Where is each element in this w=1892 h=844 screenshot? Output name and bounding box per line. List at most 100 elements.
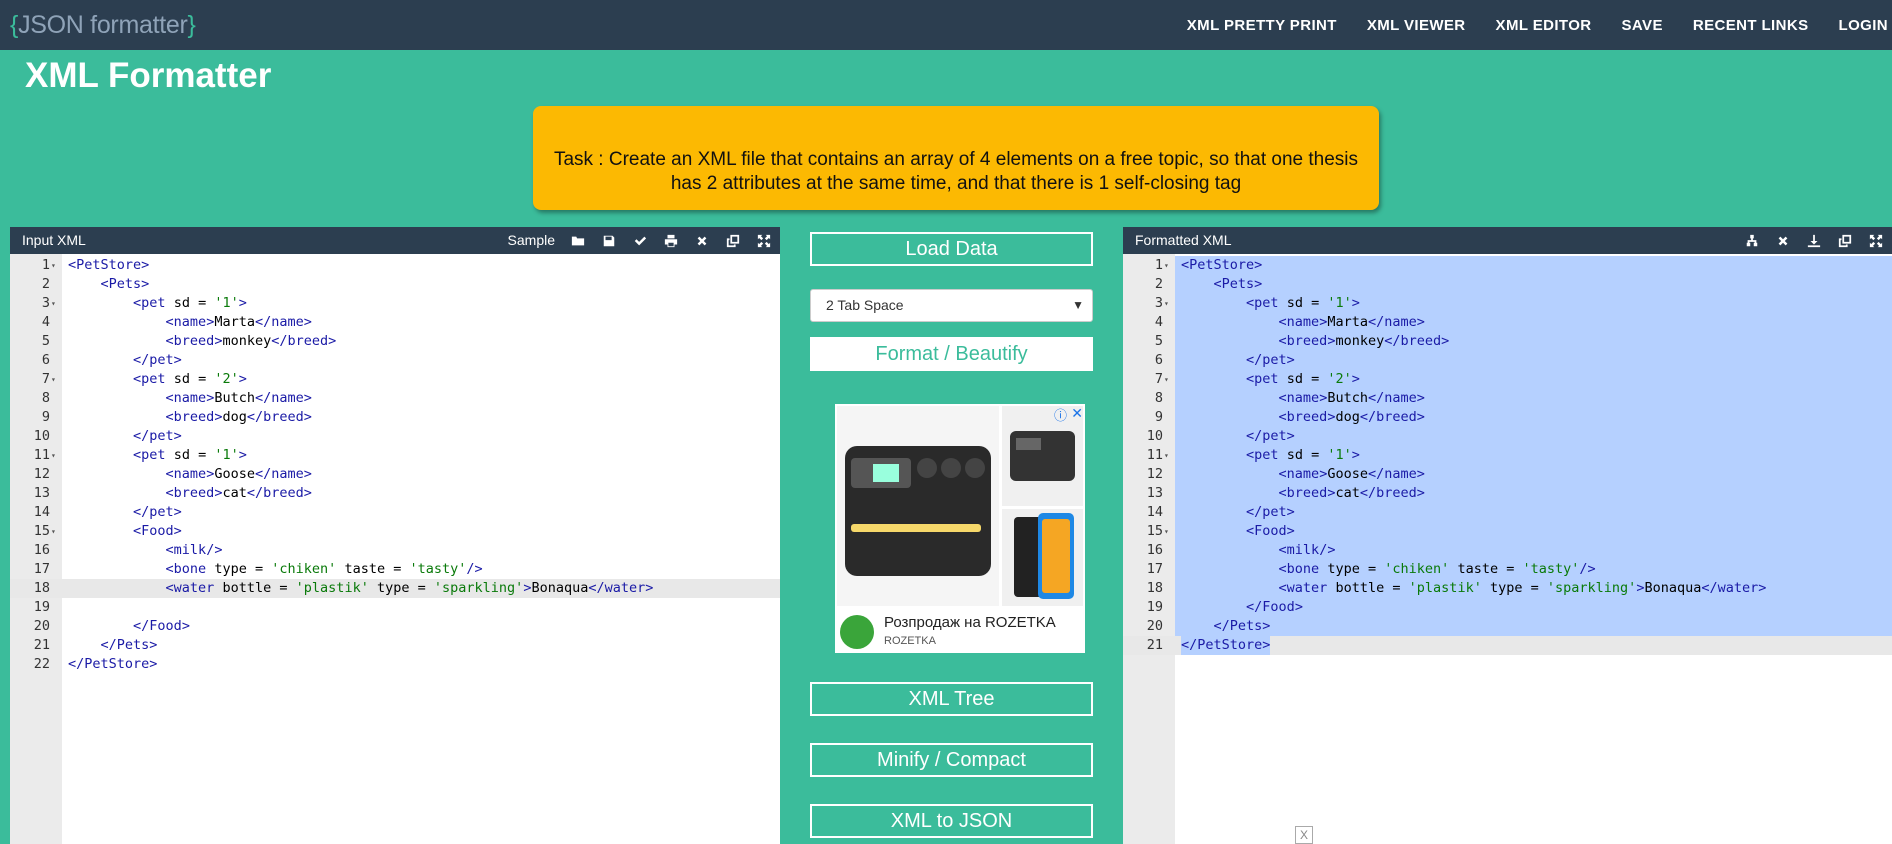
line-number: 16 (1146, 542, 1163, 558)
code-line[interactable]: 22 </PetStore> (10, 655, 780, 674)
check-icon[interactable] (630, 231, 650, 251)
code-line[interactable]: 14 </pet> (10, 503, 780, 522)
code-line[interactable]: 10 </pet> (10, 427, 780, 446)
close-icon[interactable] (1773, 231, 1793, 251)
print-icon[interactable] (661, 231, 681, 251)
code-line[interactable]: 15 ▾ <Food> (10, 522, 780, 541)
save-icon[interactable] (599, 231, 619, 251)
line-number: 12 (1146, 466, 1163, 482)
code-line[interactable]: 18 <water bottle = 'plastik' type = 'spa… (1123, 579, 1892, 598)
tree-icon[interactable] (1742, 231, 1762, 251)
sample-link[interactable]: Sample (508, 227, 555, 254)
copy-icon[interactable] (723, 231, 743, 251)
code-line[interactable]: 17 <bone type = 'chiken' taste = 'tasty'… (1123, 560, 1892, 579)
output-code-editor[interactable]: 1 ▾ <PetStore> 2 <Pets> 3 ▾ <pet sd = '1'> 4 <… (1123, 254, 1892, 844)
code-line[interactable]: 4 <name>Marta</name> (10, 313, 780, 332)
fold-toggle-icon[interactable]: ▾ (1164, 446, 1169, 465)
code-line[interactable]: 8 <name>Butch</name> (10, 389, 780, 408)
task-banner: Task : Create an XML file that contains … (533, 106, 1379, 210)
close-icon[interactable] (692, 231, 712, 251)
nav-xml-viewer[interactable]: XML VIEWER (1367, 17, 1466, 34)
code-line[interactable]: 5 <breed>monkey</breed> (10, 332, 780, 351)
brand-close-brace: } (187, 11, 196, 39)
top-navbar: {JSON formatter} XML PRETTY PRINT XML VI… (0, 0, 1892, 50)
code-line[interactable]: 13 <breed>cat</breed> (10, 484, 780, 503)
brand-logo[interactable]: {JSON formatter} (10, 11, 196, 40)
nav-xml-pretty-print[interactable]: XML PRETTY PRINT (1187, 17, 1337, 34)
code-text: </Pets> (1181, 617, 1271, 636)
expand-icon[interactable] (754, 231, 774, 251)
fold-toggle-icon[interactable]: ▾ (1164, 370, 1169, 389)
code-line[interactable]: 7 ▾ <pet sd = '2'> (10, 370, 780, 389)
code-line[interactable]: 13 <breed>cat</breed> (1123, 484, 1892, 503)
code-line[interactable]: 19 (10, 598, 780, 617)
ad-image-power-station[interactable] (837, 406, 999, 606)
fold-toggle-icon[interactable]: ▾ (51, 256, 56, 275)
code-line[interactable]: 11 ▾ <pet sd = '1'> (1123, 446, 1892, 465)
code-line[interactable]: 20 </Food> (10, 617, 780, 636)
code-line[interactable]: 3 ▾ <pet sd = '1'> (1123, 294, 1892, 313)
fold-toggle-icon[interactable]: ▾ (51, 294, 56, 313)
code-line[interactable]: 4 <name>Marta</name> (1123, 313, 1892, 332)
load-data-button[interactable]: Load Data (810, 232, 1093, 266)
code-line[interactable]: 7 ▾ <pet sd = '2'> (1123, 370, 1892, 389)
code-line[interactable]: 12 <name>Goose</name> (10, 465, 780, 484)
code-line[interactable]: 1 ▾ <PetStore> (1123, 256, 1892, 275)
fold-toggle-icon[interactable]: ▾ (1164, 294, 1169, 313)
code-line[interactable]: 10 </pet> (1123, 427, 1892, 446)
code-text: <name>Marta</name> (1181, 313, 1425, 332)
ad-info-icon[interactable]: ⓘ (1054, 405, 1067, 424)
format-beautify-button[interactable]: Format / Beautify (810, 337, 1093, 371)
indent-select[interactable]: 2 Tab Space ▼ (810, 289, 1093, 322)
ad-image-phone[interactable] (1002, 509, 1083, 606)
code-line[interactable]: 15 ▾ <Food> (1123, 522, 1892, 541)
nav-save[interactable]: SAVE (1622, 17, 1663, 34)
code-line[interactable]: 12 <name>Goose</name> (1123, 465, 1892, 484)
input-code-editor[interactable]: 1 ▾ <PetStore> 2 <Pets> 3 ▾ <pet sd = '1'> 4 <… (10, 254, 780, 844)
nav-recent-links[interactable]: RECENT LINKS (1693, 17, 1809, 34)
copy-icon[interactable] (1835, 231, 1855, 251)
ad-title[interactable]: Розпродаж на ROZETKA (884, 614, 1056, 631)
code-line[interactable]: 2 <Pets> (1123, 275, 1892, 294)
code-text: <pet sd = '2'> (1181, 370, 1360, 389)
advertisement[interactable]: ⓘ ✕ Розпродаж на ROZETKA ROZETKA (835, 404, 1085, 653)
code-text: <milk/> (165, 542, 223, 558)
code-line[interactable]: 1 ▾ <PetStore> (10, 256, 780, 275)
line-number: 10 (33, 428, 50, 444)
code-line[interactable]: 11 ▾ <pet sd = '1'> (10, 446, 780, 465)
code-line[interactable]: 9 <breed>dog</breed> (1123, 408, 1892, 427)
code-line[interactable]: 17 <bone type = 'chiken' taste = 'tasty'… (10, 560, 780, 579)
xml-tree-button[interactable]: XML Tree (810, 682, 1093, 716)
code-text: <name>Goose</name> (1181, 465, 1425, 484)
fold-toggle-icon[interactable]: ▾ (1164, 522, 1169, 541)
ad-dismiss-icon[interactable]: X (1295, 826, 1313, 844)
code-line[interactable]: 6 </pet> (1123, 351, 1892, 370)
nav-xml-editor[interactable]: XML EDITOR (1496, 17, 1592, 34)
code-line[interactable]: 5 <breed>monkey</breed> (1123, 332, 1892, 351)
folder-open-icon[interactable] (568, 231, 588, 251)
fold-toggle-icon[interactable]: ▾ (51, 446, 56, 465)
line-number: 9 (1154, 409, 1163, 425)
code-line[interactable]: 20 </Pets> (1123, 617, 1892, 636)
minify-compact-button[interactable]: Minify / Compact (810, 743, 1093, 777)
code-line[interactable]: 14 </pet> (1123, 503, 1892, 522)
fold-toggle-icon[interactable]: ▾ (1164, 256, 1169, 275)
fold-toggle-icon[interactable]: ▾ (51, 522, 56, 541)
code-line[interactable]: 9 <breed>dog</breed> (10, 408, 780, 427)
code-line[interactable]: 3 ▾ <pet sd = '1'> (10, 294, 780, 313)
code-line[interactable]: 16 <milk/> (10, 541, 780, 560)
code-line[interactable]: 16 <milk/> (1123, 541, 1892, 560)
code-line[interactable]: 6 </pet> (10, 351, 780, 370)
code-line[interactable]: 2 <Pets> (10, 275, 780, 294)
xml-to-json-button[interactable]: XML to JSON (810, 804, 1093, 838)
ad-close-icon[interactable]: ✕ (1071, 405, 1083, 422)
code-line[interactable]: 21 </PetStore> (1123, 636, 1892, 655)
code-line[interactable]: 8 <name>Butch</name> (1123, 389, 1892, 408)
code-line[interactable]: 18 <water bottle = 'plastik' type = 'spa… (10, 579, 780, 598)
code-line[interactable]: 21 </Pets> (10, 636, 780, 655)
expand-icon[interactable] (1866, 231, 1886, 251)
code-line[interactable]: 19 </Food> (1123, 598, 1892, 617)
fold-toggle-icon[interactable]: ▾ (51, 370, 56, 389)
download-icon[interactable] (1804, 231, 1824, 251)
nav-login[interactable]: LOGIN (1839, 17, 1889, 34)
